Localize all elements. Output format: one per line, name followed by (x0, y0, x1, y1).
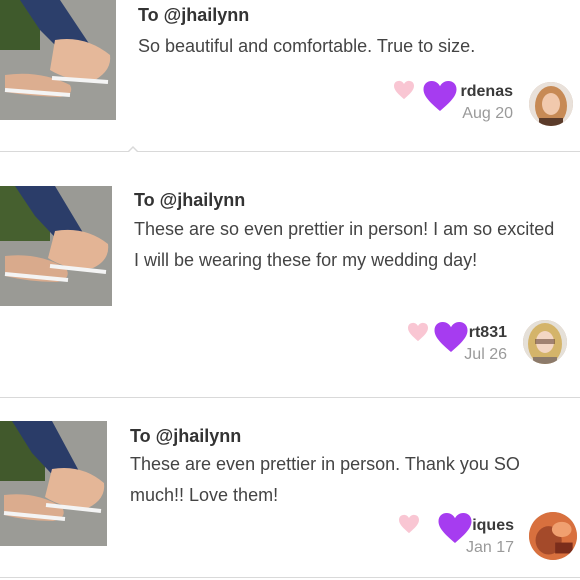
review-separator (0, 577, 580, 578)
purple-heart-icon (434, 322, 468, 352)
review-meta: rt831 Jul 26 (464, 324, 507, 364)
purple-heart-icon (438, 513, 472, 543)
review-separator (0, 151, 580, 152)
review-separator (0, 397, 580, 398)
separator-caret-fill (128, 148, 138, 153)
review-text: These are even prettier in person. Thank… (130, 454, 520, 505)
product-photo[interactable] (0, 0, 116, 120)
reviewer-avatar[interactable] (529, 82, 573, 126)
review-meta: rdenas Aug 20 (461, 83, 513, 123)
review-recipient: To @jhailynn (130, 426, 242, 446)
product-photo[interactable] (0, 186, 112, 306)
review-meta: iques Jan 17 (466, 517, 514, 557)
review-date: Aug 20 (462, 105, 513, 122)
heart-icon[interactable] (407, 322, 429, 342)
reviewer-username[interactable]: iques (466, 517, 514, 535)
heart-icon[interactable] (393, 80, 415, 100)
review-text: These are so even prettier in person! I … (134, 219, 555, 270)
heart-icon[interactable] (398, 514, 420, 534)
reviewer-username[interactable]: rdenas (461, 83, 513, 101)
reviewer-avatar[interactable] (523, 320, 567, 364)
reviewer-avatar[interactable] (529, 512, 577, 560)
review-recipient: To @jhailynn (134, 190, 246, 210)
review-date: Jan 17 (465, 539, 514, 556)
review-date: Jul 26 (464, 346, 507, 363)
product-photo[interactable] (0, 421, 107, 546)
review-recipient: To @jhailynn (138, 5, 250, 25)
purple-heart-icon (423, 81, 457, 111)
review-text: So beautiful and comfortable. True to si… (138, 36, 476, 56)
reviewer-username[interactable]: rt831 (464, 324, 507, 342)
